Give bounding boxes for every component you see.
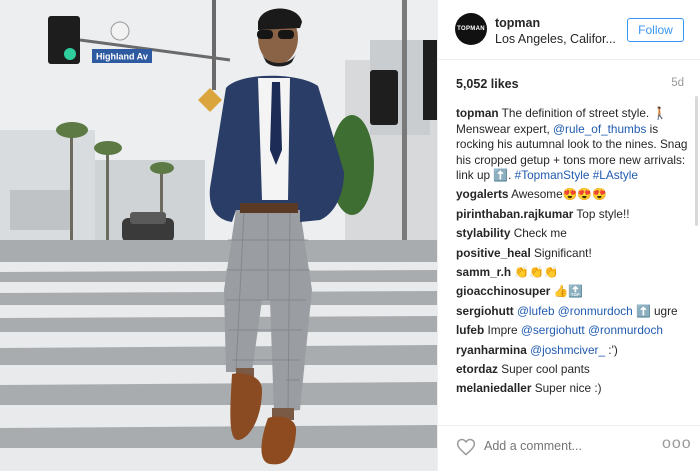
comment: stylability Check me [456,226,690,242]
post-details-panel: TOPMAN topman Los Angeles, Califor... Fo… [437,0,700,471]
comment: etordaz Super cool pants [456,362,690,378]
likes-count[interactable]: 5,052 likes [456,77,519,91]
comment-username[interactable]: etordaz [456,362,498,376]
comment-text: ugre [650,303,678,318]
comment-username[interactable]: ryanharmina [456,343,527,357]
username-link[interactable]: topman [495,16,540,30]
comment-mention[interactable]: @joshmciver_ [530,343,605,357]
follow-button[interactable]: Follow [627,18,684,42]
comment-text: :') [605,342,618,357]
avatar[interactable]: TOPMAN [455,13,487,45]
comment: melaniedaller Super nice :) [456,381,690,397]
up-arrow-icon: ⬆️ [636,303,651,318]
comments-scrollbar[interactable] [695,96,698,418]
comment-username[interactable]: pirinthaban.rajkumar [456,207,573,221]
clapping-hands-icon: 👏👏👏 [514,264,559,279]
street-style-photo: Highland Av [0,0,437,471]
comment-username[interactable]: lufeb [456,323,484,337]
heart-eyes-icon: 😍😍😍 [562,187,607,202]
comment-mention[interactable]: @ronmurdoch [558,304,633,318]
caption-hashtag[interactable]: #TopmanStyle [515,168,590,182]
comment: lufeb Impre @sergiohutt @ronmurdoch [456,323,690,339]
comments-list[interactable]: topman The definition of street style. 🚶… [456,106,690,420]
comment-text: Significant! [530,245,592,260]
avatar-logo-text: TOPMAN [457,26,485,32]
more-options-icon[interactable]: ooo [662,435,692,453]
walking-icon: 🚶🏽 [652,106,668,120]
comment-mention[interactable]: @sergiohutt [521,323,585,337]
post-header: TOPMAN topman Los Angeles, Califor... Fo… [438,0,700,60]
caption-hashtag[interactable]: #LAstyle [593,168,638,182]
comment-text: Top style!! [573,206,630,221]
comment-text: Impre [484,323,521,338]
comment-text: Super cool pants [497,361,590,376]
location-link[interactable]: Los Angeles, Califor... [495,32,616,46]
likes-row: 5,052 likes 5d [456,77,684,93]
caption-username[interactable]: topman [456,106,499,120]
up-arrow-icon: ⬆️ [493,168,509,182]
caption-text-1: The definition of street style. [498,106,653,120]
comment-username[interactable]: samm_r.h [456,265,511,279]
comment: samm_r.h 👏👏👏 [456,265,690,281]
thumbs-up-top-icon: 👍🔝 [553,284,584,299]
comment-text: Awesome [508,187,563,202]
comment-text: Super nice :) [531,381,602,396]
comment-username[interactable]: sergiohutt [456,304,514,318]
comment-text: Check me [510,226,567,241]
caption: topman The definition of street style. 🚶… [456,106,688,182]
comment-username[interactable]: yogalerts [456,187,508,201]
comment: yogalerts Awesome😍😍😍 [456,187,690,203]
add-comment-input[interactable] [484,439,634,453]
comment-mention[interactable]: @ronmurdoch [588,323,663,337]
comment: sergiohutt @lufeb @ronmurdoch ⬆️ ugre [456,304,690,320]
post-photo[interactable]: Highland Av [0,0,437,471]
caption-text-2: Menswear expert, [456,121,554,136]
comment: ryanharmina @joshmciver_ :') [456,343,690,359]
street-sign-text: Highland Av [96,52,148,62]
comment: pirinthaban.rajkumar Top style!! [456,207,690,223]
post-time[interactable]: 5d [671,77,684,89]
comment-username[interactable]: positive_heal [456,246,531,260]
scrollbar-thumb[interactable] [695,96,698,226]
caption-mention[interactable]: @rule_of_thumbs [553,122,646,136]
comment-username[interactable]: gioacchinosuper [456,284,550,298]
comment-username[interactable]: stylability [456,226,510,240]
heart-icon[interactable] [456,437,476,457]
comment-mention[interactable]: @lufeb [517,304,555,318]
comment-partial [456,401,690,417]
comment-username[interactable]: melaniedaller [456,381,531,395]
comment-footer: ooo [438,425,700,471]
comment: positive_heal Significant! [456,246,690,262]
comment: gioacchinosuper 👍🔝 [456,284,690,300]
